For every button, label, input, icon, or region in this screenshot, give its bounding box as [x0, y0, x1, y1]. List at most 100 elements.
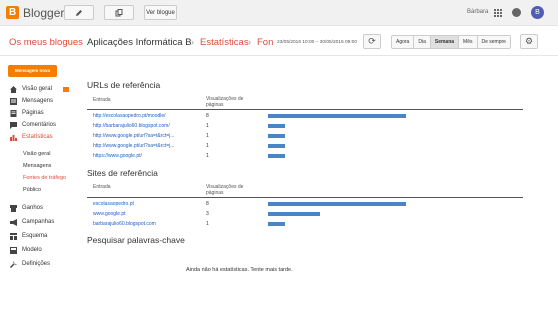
blog-name[interactable]: Aplicações Informática B: [87, 37, 192, 48]
sidebar-item-layout[interactable]: Esquema: [10, 231, 47, 241]
wrench-icon: [10, 260, 17, 268]
new-post-button[interactable]: Mensagem nova: [8, 65, 57, 77]
my-blogs-link[interactable]: Os meus blogues: [9, 37, 83, 48]
stats-icon: [10, 134, 17, 141]
pageviews-bar: [268, 124, 285, 128]
pageviews-value: 1: [206, 143, 209, 149]
notifications-icon[interactable]: [512, 8, 521, 17]
referrer-link[interactable]: http://www.google.pt/url?sa=t&rct=j...: [93, 143, 174, 149]
pageviews-value: 1: [206, 123, 209, 129]
sidebar-item-settings[interactable]: Definições: [10, 259, 50, 269]
sidebar-item-campaigns[interactable]: Campanhas: [10, 217, 54, 227]
referrer-link[interactable]: www.google.pt: [93, 211, 126, 217]
pageviews-bar: [268, 222, 285, 226]
blogger-logo-icon[interactable]: B: [6, 6, 19, 19]
pageviews-value: 1: [206, 153, 209, 159]
chevron-right-icon: ›: [248, 37, 251, 47]
pageviews-bar: [268, 144, 285, 148]
referrer-link[interactable]: barbarajulio60.blogspot.com: [93, 221, 156, 227]
breadcrumb-sources: Fon: [257, 37, 274, 48]
campaigns-icon: [10, 218, 17, 226]
pageviews-value: 1: [206, 221, 209, 227]
template-icon: [10, 246, 17, 254]
referrer-link[interactable]: http://www.google.pt/url?sa=t&rct=j...: [93, 133, 174, 139]
date-range: 23/05/2016 10:00 – 30/05/2016 09:00: [277, 40, 358, 45]
comments-icon: [10, 121, 17, 129]
gear-icon: ⚙: [524, 36, 534, 46]
column-header-entry: Entrada: [93, 184, 111, 190]
sidebar-item-comments[interactable]: Comentários: [10, 120, 56, 130]
user-name[interactable]: Bárbara: [467, 9, 488, 15]
view-blog-button[interactable]: Ver blogue: [144, 5, 177, 20]
period-selector: Agora Dia Semana Mês De sempre: [391, 35, 511, 49]
earnings-icon: [10, 204, 17, 212]
pencil-icon: [76, 9, 82, 16]
table-header-divider: [87, 109, 523, 110]
posts-icon: [10, 97, 17, 105]
sidebar-subitem-overview[interactable]: Visão geral: [23, 151, 50, 157]
sidebar-item-earnings[interactable]: Ganhos: [10, 203, 43, 213]
pageviews-bar: [268, 212, 320, 216]
sidebar-subitem-audience[interactable]: Público: [23, 187, 41, 193]
pageviews-value: 3: [206, 211, 209, 217]
apps-grid-icon[interactable]: [494, 9, 502, 17]
sidebar-item-label: Ganhos: [22, 205, 44, 211]
sidebar-item-stats[interactable]: Estatísticas: [10, 132, 53, 142]
pageviews-bar: [268, 114, 406, 118]
sidebar-item-posts[interactable]: Mensagens: [10, 96, 53, 106]
sidebar-item-template[interactable]: Modelo: [10, 245, 42, 255]
pageviews-bar: [268, 134, 285, 138]
period-day-button[interactable]: Dia: [414, 36, 431, 48]
period-week-button[interactable]: Semana: [430, 36, 460, 48]
settings-button[interactable]: ⚙: [520, 34, 538, 49]
sidebar-item-label: Campanhas: [22, 219, 55, 225]
sidebar-item-overview[interactable]: Visão geral: [10, 84, 52, 94]
top-bar: B Blogger Ver blogue Bárbara B: [0, 0, 558, 26]
sidebar-item-label: Páginas: [22, 110, 44, 116]
sidebar-subitem-traffic-sources[interactable]: Fontes de tráfego: [23, 175, 66, 181]
sidebar-subitem-posts[interactable]: Mensagens: [23, 163, 51, 169]
sidebar-item-label: Estatísticas: [22, 134, 53, 140]
pages-icon: [10, 109, 17, 117]
referrer-link[interactable]: https://www.google.pt/: [93, 153, 142, 159]
pageviews-value: 8: [206, 201, 209, 207]
section-title-sites: Sites de referência: [87, 168, 158, 178]
flag-icon: [63, 87, 69, 92]
pageviews-value: 8: [206, 113, 209, 119]
period-month-button[interactable]: Mês: [459, 36, 478, 48]
sidebar-item-label: Mensagens: [22, 98, 54, 104]
pageviews-bar: [268, 154, 285, 158]
pageviews-bar: [268, 202, 406, 206]
sidebar-item-label: Esquema: [22, 233, 48, 239]
empty-state-message: Ainda não há estatísticas. Tente mais ta…: [186, 267, 293, 273]
section-title-keywords: Pesquisar palavras-chave: [87, 235, 185, 245]
page-header: Os meus blogues Aplicações Informática B…: [0, 30, 558, 54]
table-header-divider: [87, 197, 523, 198]
sidebar-item-label: Definições: [22, 261, 51, 267]
referrer-link[interactable]: http://escolasaopedro.pt/moodle/: [93, 113, 166, 119]
referrer-link[interactable]: escolasaopedro.pt: [93, 201, 134, 207]
column-header-views: Visualizações de páginas: [206, 184, 244, 196]
sidebar-item-label: Comentários: [22, 122, 57, 128]
pageviews-value: 1: [206, 133, 209, 139]
sidebar-item-pages[interactable]: Páginas: [10, 108, 44, 118]
layout-icon: [10, 232, 17, 240]
avatar[interactable]: B: [531, 6, 544, 19]
home-icon: [10, 85, 17, 93]
column-header-entry: Entrada: [93, 97, 111, 103]
copy-button[interactable]: [104, 5, 134, 20]
sidebar-item-label: Modelo: [22, 247, 42, 253]
period-now-button[interactable]: Agora: [392, 36, 415, 48]
period-all-time-button[interactable]: De sempre: [477, 36, 510, 48]
copy-icon: [115, 8, 123, 16]
refresh-icon: ⟳: [368, 36, 376, 46]
header-divider: [0, 55, 558, 56]
edit-pencil-button[interactable]: [64, 5, 94, 20]
refresh-button[interactable]: ⟳: [363, 34, 381, 49]
breadcrumb-stats[interactable]: Estatísticas: [200, 37, 249, 48]
section-title-urls: URLs de referência: [87, 80, 161, 90]
brand-name[interactable]: Blogger: [23, 6, 64, 20]
referrer-link[interactable]: http://barbarajulio60.blogspot.com/: [93, 123, 170, 129]
chevron-right-icon: ›: [191, 37, 194, 47]
column-header-views: Visualizações de páginas: [206, 96, 244, 108]
